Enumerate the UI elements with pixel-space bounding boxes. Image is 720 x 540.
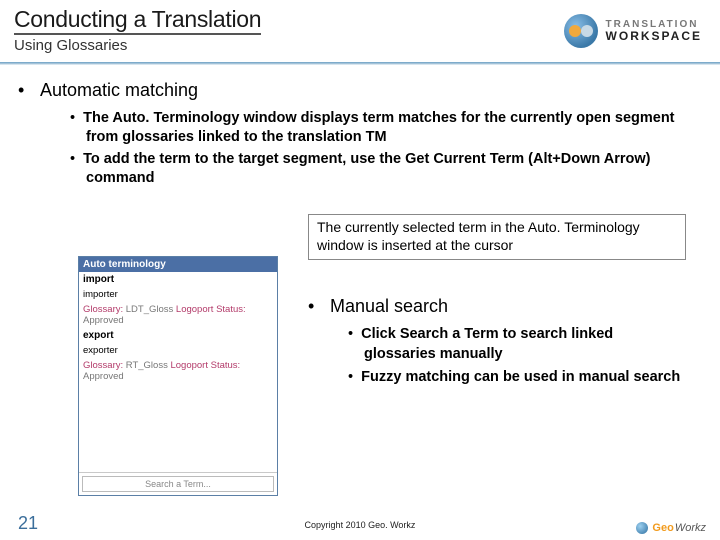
term-meta-1: Glossary: RT_Gloss Logoport Status: Appr… <box>79 358 277 384</box>
autoterminology-titlebar: Auto terminology <box>79 257 277 272</box>
brand-logo: TRANSLATION WORKSPACE <box>564 14 702 48</box>
bullet-l2-manual-0: • Click Search a Term to search linked g… <box>348 325 688 364</box>
callout-text: The currently selected term in the Auto.… <box>317 219 640 253</box>
autoterminology-panel: Auto terminology import importer Glossar… <box>78 256 278 496</box>
bullet-l1-manual-text: Manual search <box>330 296 448 316</box>
bullet-l2-auto-1: • To add the term to the target segment,… <box>70 150 702 188</box>
search-term-input[interactable]: Search a Term... <box>82 476 274 492</box>
term-target-1[interactable]: exporter <box>79 343 277 358</box>
header-divider <box>0 62 720 65</box>
term-source-1[interactable]: export <box>79 328 277 343</box>
geoworkz-logo: GeoWorkz <box>636 522 706 534</box>
bullet-l1-manual: •Manual search <box>308 296 688 317</box>
slide-footer: 21 Copyright 2010 Geo. Workz GeoWorkz <box>0 506 720 540</box>
bullet-l2-auto-0: • The Auto. Terminology window displays … <box>70 109 702 147</box>
term-source-0[interactable]: import <box>79 272 277 287</box>
geoworkz-icon <box>636 522 648 534</box>
term-target-0[interactable]: importer <box>79 287 277 302</box>
bullet-l2-manual-1: • Fuzzy matching can be used in manual s… <box>348 368 688 388</box>
search-term-row: Search a Term... <box>79 472 277 495</box>
callout-box: The currently selected term in the Auto.… <box>308 214 686 260</box>
bullet-l1-auto-text: Automatic matching <box>40 80 198 100</box>
brand-text-bottom: WORKSPACE <box>606 30 702 42</box>
copyright-text: Copyright 2010 Geo. Workz <box>0 520 720 530</box>
term-meta-0: Glossary: LDT_Gloss Logoport Status: App… <box>79 302 277 328</box>
bullet-l1-auto: •Automatic matching <box>18 80 702 101</box>
slide-header: Conducting a Translation Using Glossarie… <box>0 0 720 68</box>
slide-title: Conducting a Translation <box>14 6 261 35</box>
brand-icon <box>564 14 598 48</box>
